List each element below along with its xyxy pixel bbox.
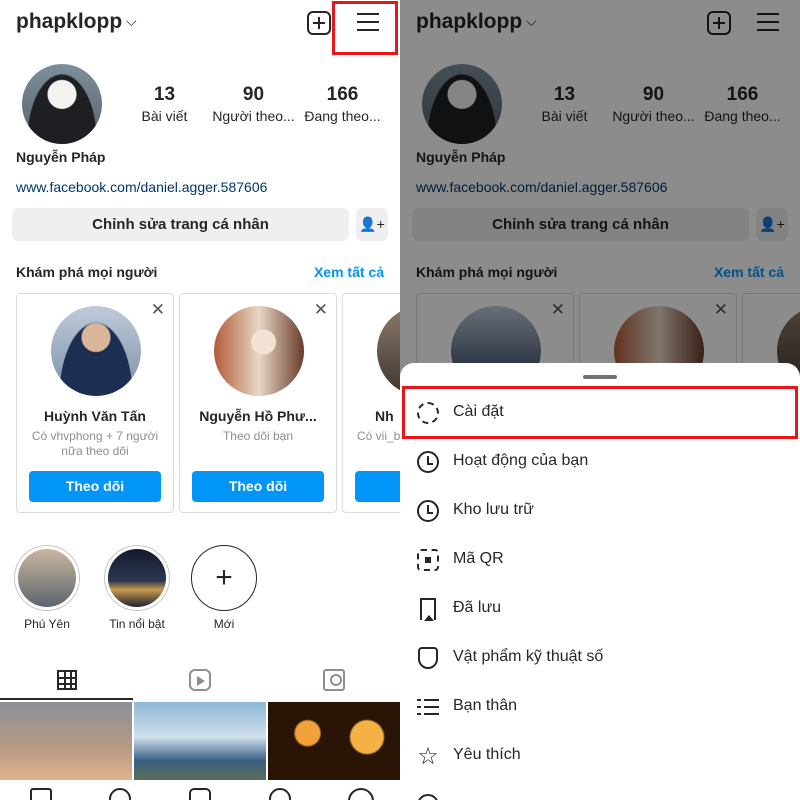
plus-icon: + xyxy=(191,545,257,611)
new-highlight-item[interactable]: + Mới xyxy=(190,545,258,631)
reels-icon xyxy=(188,669,211,691)
stat-followers-label: Người theo... xyxy=(212,108,295,124)
stat-posts-label: Bài viết xyxy=(141,108,188,124)
star-icon: ☆ xyxy=(417,742,439,770)
menu-item-saved[interactable]: Đã lưu xyxy=(400,585,800,634)
highlight-label: Tin nổi bật xyxy=(109,617,165,631)
shield-icon xyxy=(416,646,440,670)
suggestion-avatar[interactable] xyxy=(377,306,400,396)
highlight-label: Mới xyxy=(213,617,235,631)
follow-button[interactable]: Theo dõi xyxy=(192,471,324,502)
search-icon[interactable] xyxy=(109,788,131,800)
suggestion-avatar[interactable] xyxy=(214,306,304,396)
profile-tabs xyxy=(0,660,400,700)
highlight-cover xyxy=(18,549,76,607)
bio-link[interactable]: www.facebook.com/daniel.agger.587606 xyxy=(16,179,267,195)
highlight-cover xyxy=(108,549,166,607)
menu-item-favorites[interactable]: ☆ Yêu thích xyxy=(400,732,800,781)
menu-item-label: Đã lưu xyxy=(453,599,502,616)
edit-profile-button[interactable]: Chỉnh sửa trang cá nhân xyxy=(12,208,349,241)
menu-item-label: Kho lưu trữ xyxy=(453,501,535,518)
suggestion-card: ✕ Huỳnh Văn Tấn Có vhvphong + 7 người nữ… xyxy=(16,293,174,513)
tab-reels[interactable] xyxy=(133,660,266,700)
suggestion-card: ✕ Nguyễn Hồ Phư... Theo dõi bạn Theo dõi xyxy=(179,293,337,513)
suggestion-avatar[interactable] xyxy=(51,306,141,396)
tagged-icon xyxy=(322,669,345,691)
menu-item-label: Vật phẩm kỹ thuật số xyxy=(453,648,604,665)
screenshot: phapklopp ⌵ 13 Bài viết 90 Người theo...… xyxy=(0,0,800,800)
stat-following-label: Đang theo... xyxy=(304,108,381,124)
suggestion-name: Huỳnh Văn Tấn xyxy=(44,408,146,424)
menu-item-partial[interactable] xyxy=(400,781,800,800)
menu-item-close-friends[interactable]: Bạn thân xyxy=(400,683,800,732)
suggestion-subtitle: Có vhvphong + 7 người nữa theo dõi xyxy=(31,429,159,458)
close-friends-icon xyxy=(416,695,440,719)
menu-item-label: Mã QR xyxy=(453,550,504,567)
menu-item-label: Bạn thân xyxy=(453,697,518,714)
menu-item-archive[interactable]: Kho lưu trữ xyxy=(400,487,800,536)
highlight-item[interactable]: Tin nổi bật xyxy=(103,545,171,631)
avatar[interactable] xyxy=(22,64,102,144)
menu-item-label: Hoạt động của bạn xyxy=(453,452,589,469)
tab-grid[interactable] xyxy=(0,660,133,700)
stat-posts[interactable]: 13 Bài viết xyxy=(117,84,212,124)
add-person-icon[interactable]: 👤+ xyxy=(356,208,388,241)
settings-highlight-box xyxy=(402,386,798,439)
bottom-navigation xyxy=(0,780,400,800)
stat-followers-value: 90 xyxy=(242,84,265,105)
stat-following-value: 166 xyxy=(326,84,359,105)
sheet-drag-handle[interactable] xyxy=(583,375,617,379)
new-post-icon[interactable] xyxy=(307,11,331,35)
discover-title: Khám phá mọi người xyxy=(16,264,158,280)
highlight-label: Phú Yên xyxy=(24,617,70,631)
post-thumbnail[interactable] xyxy=(268,702,400,780)
archive-icon xyxy=(416,499,440,523)
bookmark-icon xyxy=(416,597,440,621)
suggestion-subtitle: Có vii_b xyxy=(357,429,400,443)
suggestion-name: Nguyễn Hồ Phư... xyxy=(199,408,317,424)
stat-followers[interactable]: 90 Người theo... xyxy=(206,84,301,124)
suggestion-name: Nh xyxy=(375,408,394,424)
info-icon xyxy=(416,793,440,800)
reels-nav-icon[interactable] xyxy=(189,788,211,800)
follow-button[interactable]: T xyxy=(355,471,400,502)
qr-icon xyxy=(416,548,440,572)
username-switcher[interactable]: phapklopp xyxy=(16,10,122,34)
menu-highlight-box xyxy=(332,1,398,55)
menu-item-digital-collectibles[interactable]: Vật phẩm kỹ thuật số xyxy=(400,634,800,683)
follow-button[interactable]: Theo dõi xyxy=(29,471,161,502)
home-icon[interactable] xyxy=(30,788,52,800)
activity-icon xyxy=(416,450,440,474)
close-icon[interactable]: ✕ xyxy=(151,300,165,320)
stat-posts-value: 13 xyxy=(153,84,176,105)
full-name: Nguyễn Pháp xyxy=(16,149,106,165)
grid-icon xyxy=(56,670,77,690)
post-thumbnail[interactable] xyxy=(134,702,266,780)
close-icon[interactable]: ✕ xyxy=(314,300,328,320)
menu-item-activity[interactable]: Hoạt động của bạn xyxy=(400,438,800,487)
active-tab-indicator xyxy=(0,698,133,700)
profile-nav-icon[interactable] xyxy=(348,788,374,800)
see-all-link[interactable]: Xem tất cả xyxy=(314,264,384,280)
menu-item-qr[interactable]: Mã QR xyxy=(400,536,800,585)
post-grid xyxy=(0,702,400,780)
suggestion-subtitle: Theo dõi bạn xyxy=(222,429,294,443)
highlight-item[interactable]: Phú Yên xyxy=(13,545,81,631)
suggestion-card: Nh Có vii_b T xyxy=(342,293,400,513)
chevron-down-icon[interactable]: ⌵ xyxy=(126,13,137,30)
tab-tagged[interactable] xyxy=(267,660,400,700)
menu-item-label: Yêu thích xyxy=(453,746,521,763)
profile-screen-left: phapklopp ⌵ 13 Bài viết 90 Người theo...… xyxy=(0,0,400,800)
stat-following[interactable]: 166 Đang theo... xyxy=(295,84,390,124)
post-thumbnail[interactable] xyxy=(0,702,132,780)
heart-icon[interactable] xyxy=(269,788,291,800)
